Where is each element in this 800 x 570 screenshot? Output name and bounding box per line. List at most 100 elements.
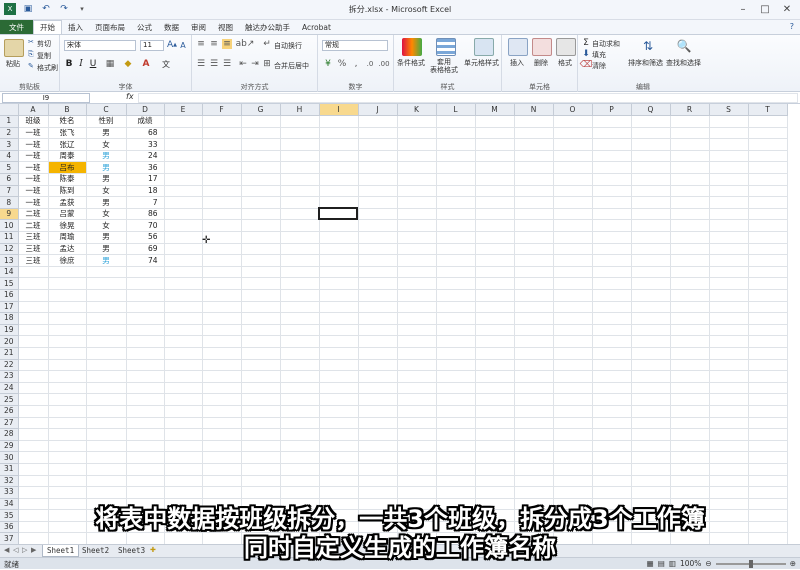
cell-Q22[interactable] <box>631 359 671 372</box>
cell-J1[interactable] <box>358 115 398 128</box>
cell-L31[interactable] <box>436 463 476 476</box>
row-header[interactable]: 19 <box>0 324 19 337</box>
column-header-R[interactable]: R <box>670 104 710 117</box>
column-header-D[interactable]: D <box>126 104 165 117</box>
cell-table[interactable]: A B C D E F G H I J K L M N O P Q R S T 1 班级 姓名 性别 成绩 2 一班 张飞男 68 3 一班… <box>0 104 788 544</box>
cell-L7[interactable] <box>436 185 476 198</box>
cell-C16[interactable] <box>86 289 127 302</box>
format-table-icon[interactable] <box>436 38 456 56</box>
cell-G12[interactable] <box>241 243 281 256</box>
cell-E33[interactable] <box>164 486 203 499</box>
cell-S3[interactable] <box>709 138 749 151</box>
cell-P29[interactable] <box>592 440 632 453</box>
align-bottom-icon[interactable]: ≡ <box>222 39 232 49</box>
cell-L14[interactable] <box>436 266 476 279</box>
cell-D9[interactable]: 86 <box>126 208 165 221</box>
cell-K15[interactable] <box>397 277 437 290</box>
cell-I4[interactable] <box>319 150 359 163</box>
cell-A33[interactable] <box>18 486 49 499</box>
cell-N21[interactable] <box>514 347 554 360</box>
cell-G11[interactable] <box>241 231 281 244</box>
cell-C21[interactable] <box>86 347 127 360</box>
cell-N18[interactable] <box>514 312 554 325</box>
column-header-B[interactable]: B <box>48 104 87 117</box>
cell-H14[interactable] <box>280 266 320 279</box>
cell-Q16[interactable] <box>631 289 671 302</box>
cell-D26[interactable] <box>126 405 165 418</box>
cell-R19[interactable] <box>670 324 710 337</box>
cell-A25[interactable] <box>18 393 49 406</box>
cell-F27[interactable] <box>202 417 242 430</box>
cell-B6[interactable]: 陈泰 <box>48 173 87 186</box>
cell-P8[interactable] <box>592 196 632 209</box>
cell-H8[interactable] <box>280 196 320 209</box>
cell-Q10[interactable] <box>631 219 671 233</box>
row-header[interactable]: 26 <box>0 405 19 418</box>
cell-I29[interactable] <box>319 440 359 453</box>
cell-F4[interactable] <box>202 150 242 163</box>
cell-T33[interactable] <box>748 486 788 499</box>
cell-M8[interactable] <box>475 196 515 209</box>
cell-S19[interactable] <box>709 324 749 337</box>
cell-S24[interactable] <box>709 382 749 395</box>
cell-I27[interactable] <box>319 417 359 430</box>
cell-C27[interactable] <box>86 417 127 430</box>
cell-C20[interactable] <box>86 335 127 348</box>
cell-R6[interactable] <box>670 173 710 186</box>
cell-O7[interactable] <box>553 185 593 198</box>
cell-G26[interactable] <box>241 405 281 418</box>
cell-R14[interactable] <box>670 266 710 279</box>
cell-T31[interactable] <box>748 463 788 476</box>
cell-L19[interactable] <box>436 324 476 337</box>
cell-G9[interactable] <box>241 208 281 221</box>
insert-cells-button[interactable]: 插入 <box>510 58 524 68</box>
cell-L20[interactable] <box>436 335 476 348</box>
help-icon[interactable]: ? <box>790 22 794 31</box>
cell-Q32[interactable] <box>631 475 671 488</box>
cell-J6[interactable] <box>358 173 398 186</box>
cell-R15[interactable] <box>670 277 710 290</box>
cell-L26[interactable] <box>436 405 476 418</box>
cell-R1[interactable] <box>670 115 710 128</box>
cell-L8[interactable] <box>436 196 476 209</box>
cell-H5[interactable] <box>280 161 320 175</box>
cell-D10[interactable]: 70 <box>126 219 165 233</box>
cell-A20[interactable] <box>18 335 49 348</box>
cell-O2[interactable] <box>553 127 593 140</box>
cell-R33[interactable] <box>670 486 710 499</box>
cell-G17[interactable] <box>241 301 281 314</box>
row-header[interactable]: 21 <box>0 347 19 360</box>
conditional-format-button[interactable]: 条件格式 <box>397 58 425 68</box>
tab-review[interactable]: 审阅 <box>185 20 212 34</box>
cell-A24[interactable] <box>18 382 49 395</box>
cell-I15[interactable] <box>319 277 359 290</box>
cell-A8[interactable]: 一班 <box>18 196 49 209</box>
cell-O18[interactable] <box>553 312 593 325</box>
cell-D32[interactable] <box>126 475 165 488</box>
cell-E24[interactable] <box>164 382 203 395</box>
cell-S28[interactable] <box>709 428 749 441</box>
paste-button[interactable]: 粘贴 <box>6 59 20 69</box>
cell-B19[interactable] <box>48 324 87 337</box>
cell-B4[interactable]: 周泰 <box>48 150 87 163</box>
cell-T13[interactable] <box>748 254 788 267</box>
cell-M31[interactable] <box>475 463 515 476</box>
cell-O19[interactable] <box>553 324 593 337</box>
cell-H24[interactable] <box>280 382 320 395</box>
cell-E25[interactable] <box>164 393 203 406</box>
cell-N4[interactable] <box>514 150 554 163</box>
cell-E32[interactable] <box>164 475 203 488</box>
cell-R20[interactable] <box>670 335 710 348</box>
sort-filter-button[interactable]: 排序和筛选 <box>628 58 663 68</box>
cell-A15[interactable] <box>18 277 49 290</box>
cell-S10[interactable] <box>709 219 749 233</box>
cell-B29[interactable] <box>48 440 87 453</box>
cell-P15[interactable] <box>592 277 632 290</box>
row-header[interactable]: 13 <box>0 254 19 267</box>
column-header-J[interactable]: J <box>358 104 398 117</box>
cell-J20[interactable] <box>358 335 398 348</box>
cell-G8[interactable] <box>241 196 281 209</box>
cell-C22[interactable] <box>86 359 127 372</box>
cell-I19[interactable] <box>319 324 359 337</box>
cell-S8[interactable] <box>709 196 749 209</box>
